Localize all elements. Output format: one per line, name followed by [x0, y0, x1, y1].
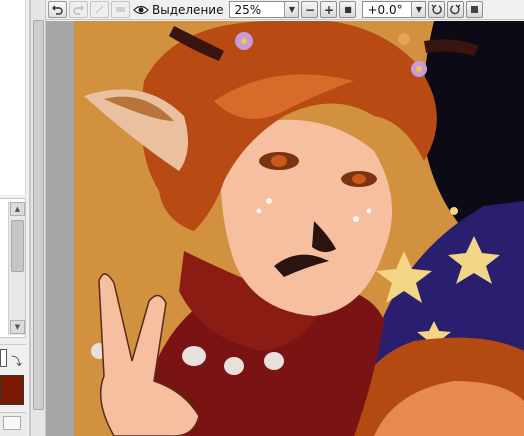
rotate-right-icon — [450, 4, 461, 15]
zoom-value: 25% — [234, 2, 262, 17]
redo-button[interactable] — [69, 1, 88, 18]
panel-footer-button[interactable] — [3, 416, 21, 430]
rotation-combo[interactable]: +0.0° ▼ — [362, 1, 427, 18]
zoom-in-button[interactable]: + — [320, 1, 338, 18]
selection-fill-button[interactable] — [111, 1, 130, 18]
scroll-down-button[interactable]: ▼ — [10, 320, 25, 334]
undo-icon — [52, 5, 63, 15]
selection-visibility-toggle[interactable] — [132, 1, 150, 18]
app-window: { "toolbar": { "undo_icon": "undo-icon",… — [0, 0, 524, 436]
rotate-left-icon — [432, 4, 443, 15]
rotate-reset-icon — [471, 6, 479, 13]
zoom-reset-button[interactable]: ■ — [339, 1, 357, 18]
chevron-down-icon[interactable]: ▼ — [411, 2, 426, 17]
rotate-right-button[interactable] — [447, 1, 465, 18]
navigator-preview — [0, 0, 26, 195]
eye-icon — [133, 5, 149, 14]
background-color-swatch[interactable] — [0, 349, 7, 367]
view-toolbar: Выделение 25% ▼ − + ■ +0.0° ▼ — [46, 0, 524, 20]
redo-icon — [73, 5, 84, 15]
undo-button[interactable] — [48, 1, 67, 18]
canvas-viewport[interactable] — [46, 21, 524, 436]
selection-fill-icon — [116, 7, 125, 12]
zoom-combo[interactable]: 25% ▼ — [229, 1, 300, 18]
canvas-scroll-thumb[interactable] — [33, 20, 44, 410]
artwork-canvas[interactable] — [74, 21, 524, 436]
zoom-out-button[interactable]: − — [301, 1, 319, 18]
canvas-vertical-scrollbar[interactable] — [30, 0, 46, 436]
layer-list-scrollbar[interactable]: ▲ ▼ — [8, 202, 25, 335]
scroll-thumb[interactable] — [11, 220, 24, 272]
swap-colors-icon[interactable]: ⤵ — [11, 353, 22, 369]
deselect-icon — [95, 5, 104, 14]
selection-label: Выделение — [152, 2, 224, 17]
foreground-color-swatch[interactable] — [0, 375, 24, 405]
scroll-up-button[interactable]: ▲ — [10, 202, 25, 216]
left-tool-panel: ▲ ▼ ⤵ — [0, 0, 30, 436]
chevron-down-icon[interactable]: ▼ — [284, 2, 299, 17]
deselect-button[interactable] — [90, 1, 109, 18]
rotate-reset-button[interactable] — [466, 1, 484, 18]
canvas-margin — [46, 21, 74, 436]
rotation-value: +0.0° — [367, 2, 403, 17]
rotate-left-button[interactable] — [428, 1, 446, 18]
